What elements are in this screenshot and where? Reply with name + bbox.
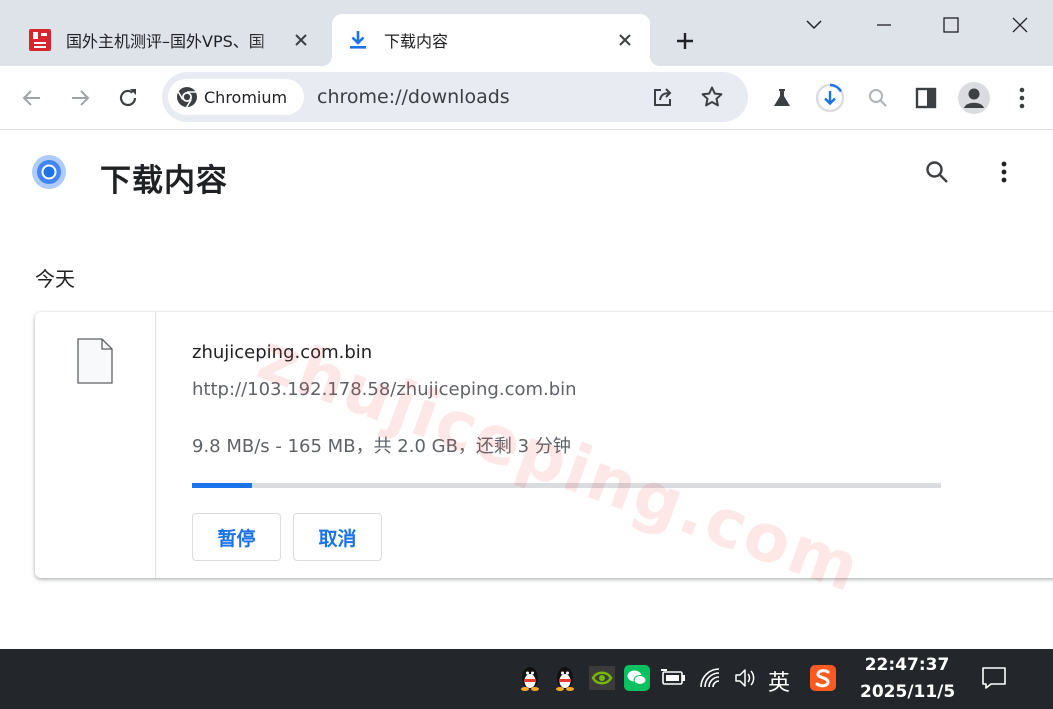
file-icon (77, 338, 113, 384)
sogou-ime-icon[interactable] (808, 663, 838, 693)
minimize-button[interactable] (867, 8, 901, 42)
more-vert-icon (1019, 87, 1025, 109)
tab-search-button[interactable] (797, 8, 831, 42)
downloads-button[interactable] (812, 80, 848, 116)
close-icon (1012, 17, 1028, 33)
file-url[interactable]: http://103.192.178.58/zhujiceping.com.bi… (192, 379, 577, 400)
new-tab-button[interactable] (670, 26, 700, 56)
tab-downloads[interactable]: 下载内容 (322, 14, 660, 66)
notification-icon (982, 667, 1006, 689)
reload-button[interactable] (110, 80, 146, 116)
maximize-icon (943, 17, 959, 33)
search-downloads-button[interactable] (920, 155, 954, 189)
back-arrow-icon (22, 90, 40, 106)
wifi-icon[interactable] (696, 663, 726, 693)
share-icon (654, 88, 672, 106)
close-window-button[interactable] (1003, 8, 1037, 42)
zoom-button[interactable] (860, 80, 896, 116)
chromium-logo-icon (177, 87, 197, 108)
qq-icon[interactable] (550, 663, 580, 693)
downloads-menu-button[interactable] (987, 155, 1021, 189)
battery-icon[interactable] (659, 663, 689, 693)
search-icon (926, 161, 948, 183)
file-name[interactable]: zhujiceping.com.bin (192, 342, 372, 363)
bookmark-button[interactable] (697, 82, 727, 112)
volume-icon[interactable] (730, 663, 760, 693)
nvidia-icon[interactable] (587, 663, 617, 693)
browser-toolbar: Chromium chrome://downloads (0, 66, 1053, 130)
qq-icon[interactable] (515, 663, 545, 693)
back-button[interactable] (14, 80, 50, 116)
site-favicon-icon (29, 29, 51, 51)
cancel-button[interactable]: 取消 (293, 513, 382, 561)
tab-title: 国外主机测评–国外VPS、国 (66, 32, 265, 51)
taskbar: 英 22:47:37 2025/11/5 (0, 649, 1053, 709)
downloads-logo-icon (32, 155, 66, 189)
maximize-button[interactable] (934, 8, 968, 42)
site-chip[interactable]: Chromium (168, 79, 304, 115)
tab-zhujiceping[interactable]: 国外主机测评–国外VPS、国 (14, 14, 326, 66)
tab-close-icon[interactable] (612, 27, 638, 53)
side-panel-button[interactable] (908, 80, 944, 116)
tab-title: 下载内容 (384, 32, 449, 51)
download-progress-icon (815, 83, 845, 113)
share-button[interactable] (648, 82, 678, 112)
profile-button[interactable] (956, 80, 992, 116)
star-icon (701, 86, 723, 107)
tab-strip: 国外主机测评–国外VPS、国 下载内容 (0, 0, 1053, 66)
minimize-icon (877, 24, 891, 26)
forward-button[interactable] (62, 80, 98, 116)
tab-close-icon[interactable] (288, 27, 314, 53)
forward-arrow-icon (72, 90, 90, 106)
download-status: 9.8 MB/s - 165 MB，共 2.0 GB，还剩 3 分钟 (192, 436, 571, 457)
flask-icon (774, 89, 790, 106)
page-title: 下载内容 (100, 163, 228, 199)
download-icon (350, 31, 366, 49)
notification-button[interactable] (979, 663, 1009, 693)
progress-bar (192, 483, 941, 488)
more-vert-icon (1001, 161, 1007, 183)
labs-button[interactable] (764, 80, 800, 116)
progress-bar-fill (192, 483, 252, 488)
download-item: zhujiceping.com.bin http://103.192.178.5… (35, 312, 1053, 578)
omnibox[interactable]: Chromium chrome://downloads (162, 72, 748, 122)
chevron-down-icon (806, 20, 822, 30)
search-icon (869, 89, 887, 107)
wechat-icon[interactable] (622, 663, 652, 693)
site-chip-label: Chromium (204, 87, 288, 107)
reload-icon (119, 89, 137, 107)
browser-menu-button[interactable] (1004, 80, 1040, 116)
pause-button[interactable]: 暂停 (192, 513, 281, 561)
date-heading: 今天 (35, 267, 75, 291)
input-method-indicator[interactable]: 英 (768, 665, 790, 697)
avatar-icon (958, 82, 990, 114)
clock-time[interactable]: 22:47:37 (860, 655, 954, 675)
url-text[interactable]: chrome://downloads (317, 86, 510, 108)
side-panel-icon (915, 87, 937, 109)
clock-date[interactable]: 2025/11/5 (860, 682, 955, 702)
card-divider (155, 312, 156, 578)
